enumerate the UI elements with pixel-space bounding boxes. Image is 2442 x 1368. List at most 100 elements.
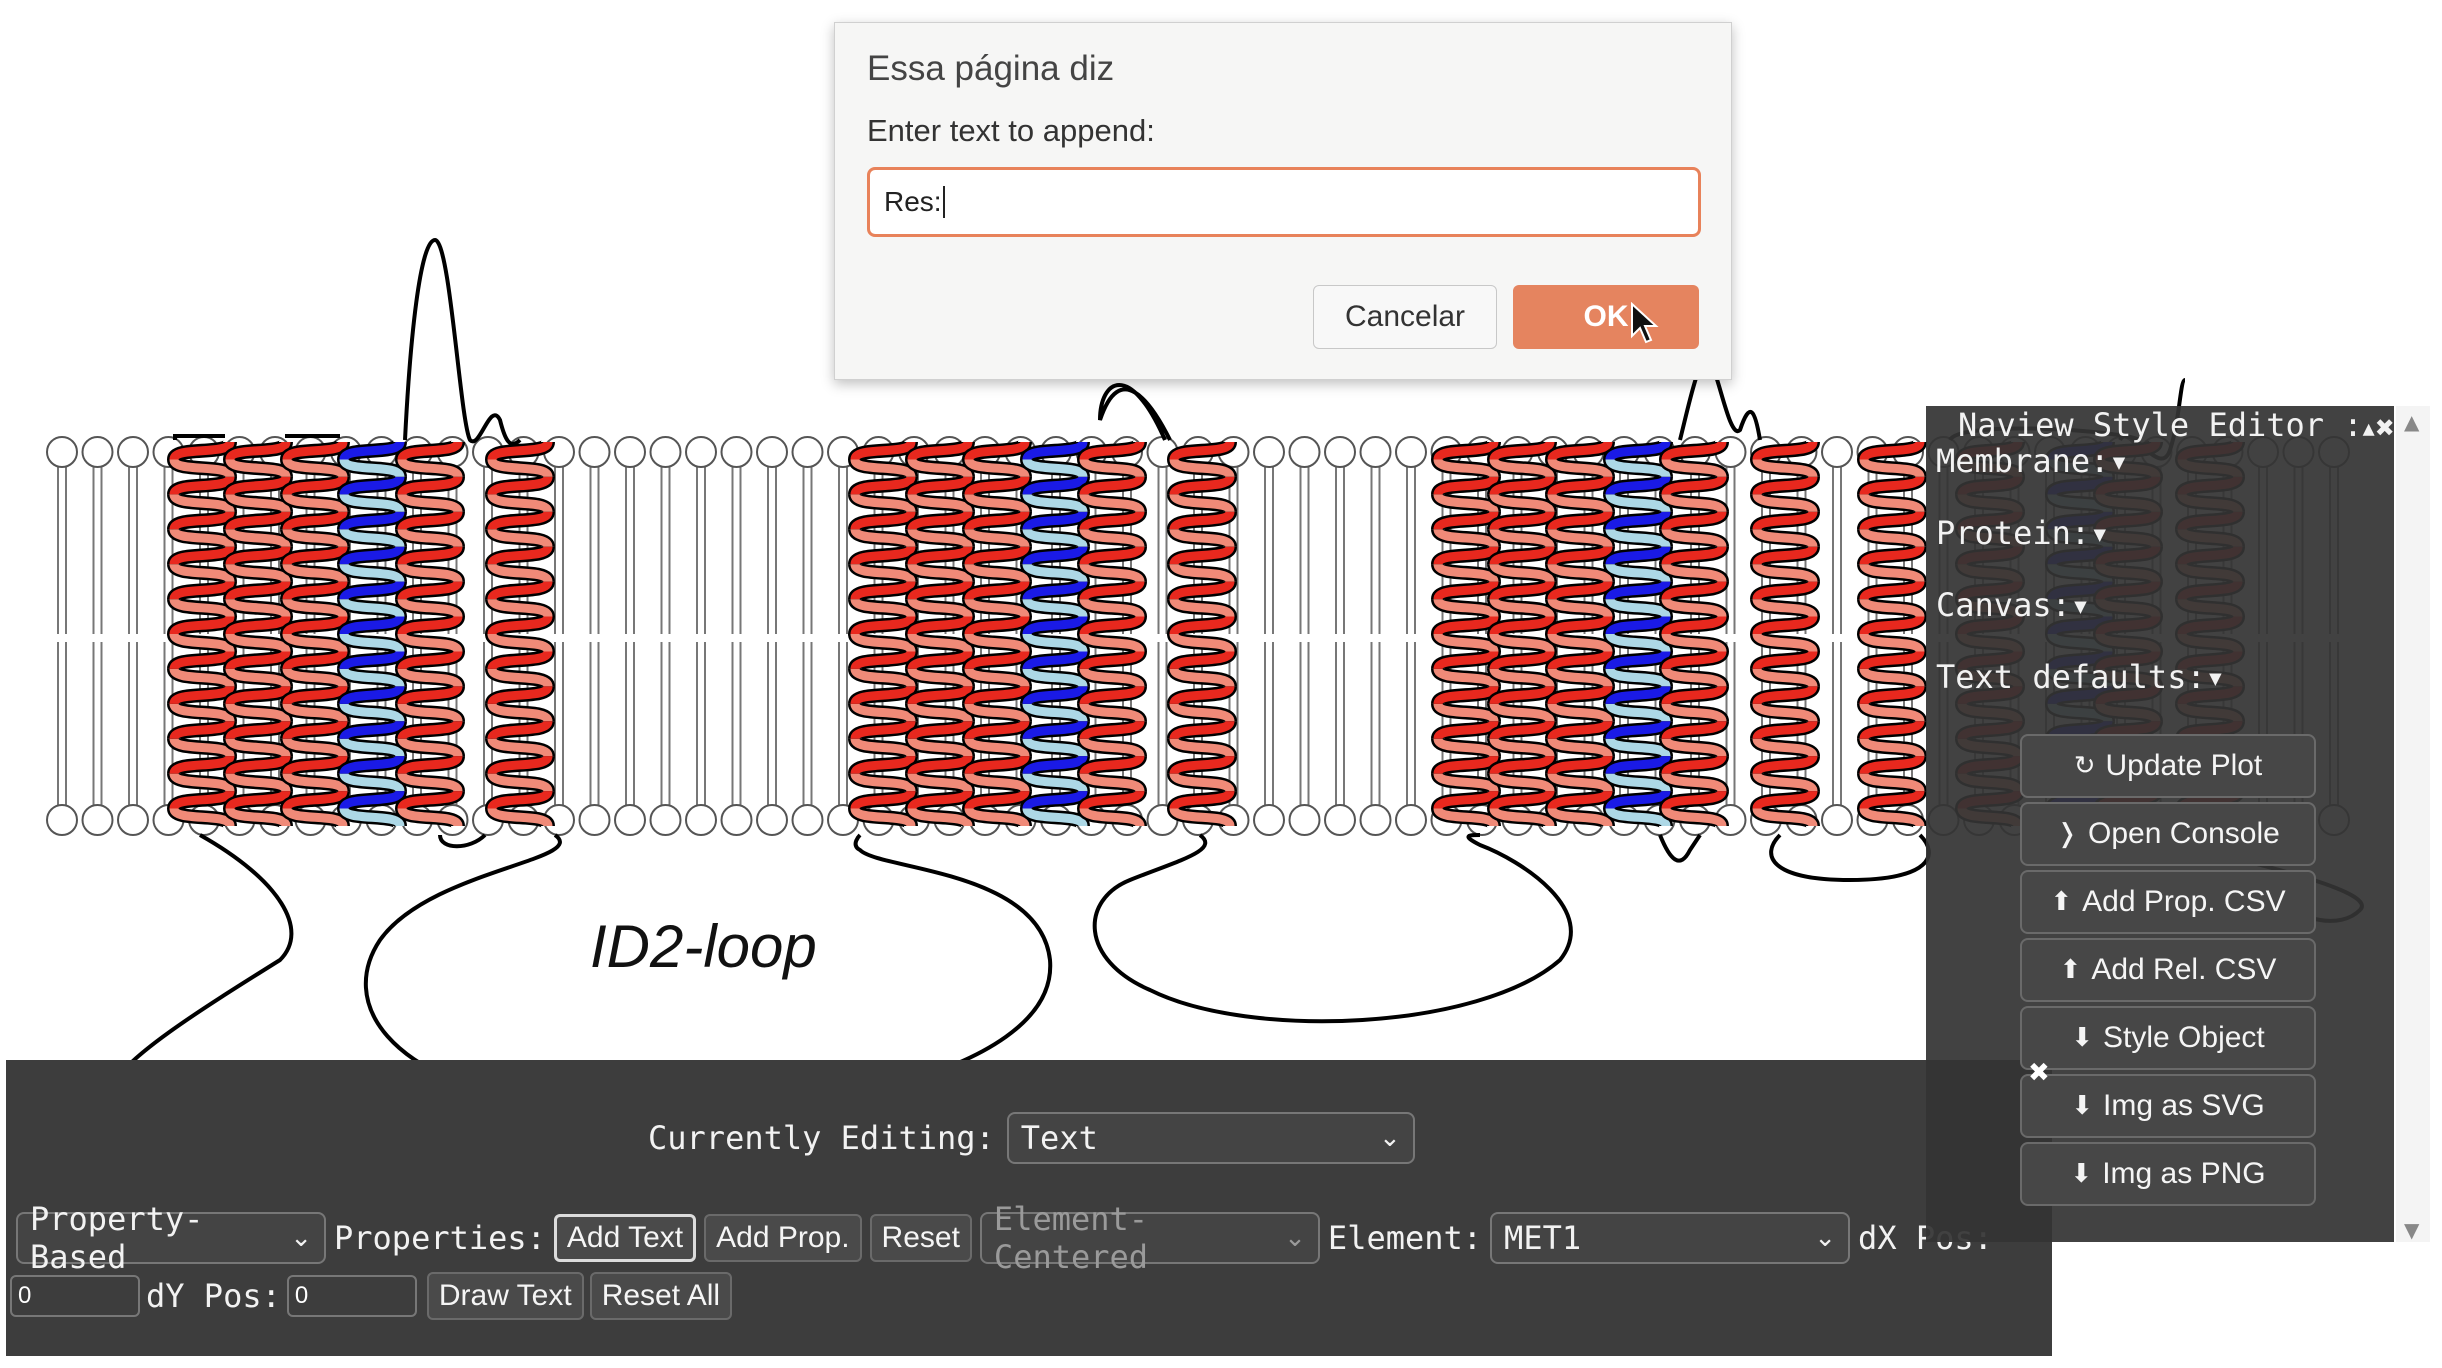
lipid-head (1821, 804, 1853, 836)
properties-row: Property-Based ⌄ Properties: Add Text Ad… (16, 1200, 1993, 1276)
add-rel-csv-button[interactable]: ⬆ Add Rel. CSV (2020, 938, 2316, 1002)
loop-10 (1769, 833, 1931, 883)
style-object-label: Style Object (2103, 1021, 2265, 1054)
lipid-head (685, 436, 717, 468)
element-label: Element: (1327, 1219, 1483, 1257)
currently-editing-select[interactable]: Text ⌄ (1006, 1112, 1415, 1164)
loop-7 (1092, 833, 1573, 1024)
img-as-svg-button[interactable]: ⬇ Img as SVG (2020, 1074, 2316, 1138)
lipid-head (1253, 436, 1285, 468)
lipid-head (1359, 804, 1392, 836)
dialog-message: Enter text to append: (867, 113, 1155, 148)
collapse-close-icon[interactable]: ▴✖ (2363, 414, 2395, 442)
loop-label: ID2-loop (590, 913, 817, 980)
open-console-button[interactable]: ❭ Open Console (2020, 802, 2316, 866)
lipid-head (614, 804, 646, 836)
scroll-up-icon[interactable]: ▲ (2404, 410, 2419, 434)
canvas-section[interactable]: Canvas:▾ (1936, 586, 2090, 624)
img-as-svg-label: Img as SVG (2103, 1089, 2265, 1122)
ok-button[interactable]: OK (1513, 285, 1699, 349)
chevron-down-icon: ⌄ (290, 1223, 312, 1253)
lipid-head (614, 436, 646, 468)
lipid-head (756, 804, 788, 836)
add-text-button[interactable]: Add Text (553, 1214, 697, 1262)
text-caret (942, 186, 945, 218)
img-as-png-label: Img as PNG (2102, 1157, 2266, 1190)
append-text-input[interactable]: Res: (867, 167, 1701, 237)
membrane-section[interactable]: Membrane:▾ (1936, 442, 2129, 480)
download-icon: ⬇ (2071, 1091, 2094, 1121)
loop-4 (438, 833, 487, 849)
add-prop-button[interactable]: Add Prop. (704, 1214, 862, 1262)
centering-select-value: Element-Centered (993, 1200, 1149, 1276)
lipid-head (117, 804, 149, 836)
refresh-icon: ↻ (2073, 751, 2096, 781)
currently-editing-label: Currently Editing: (648, 1119, 995, 1157)
prompt-dialog: Essa página diz Enter text to append: Re… (834, 22, 1732, 380)
dialog-title: Essa página diz (867, 49, 1115, 88)
append-text-value: Res: (884, 186, 942, 217)
lipid-head (1324, 804, 1356, 836)
text-editor-panel: Currently Editing: Text ⌄ Property-Based… (6, 1060, 2052, 1356)
download-icon: ⬇ (2071, 1023, 2094, 1053)
text-defaults-section[interactable]: Text defaults:▾ (1936, 658, 2225, 696)
scroll-down-icon[interactable]: ▼ (2404, 1218, 2419, 1242)
close-icon[interactable]: ✖ (2028, 1058, 2050, 1088)
chevron-down-icon: ⌄ (1814, 1223, 1837, 1253)
helix-1 (167, 438, 237, 830)
lipid-head (1395, 436, 1427, 468)
lipid-head (791, 436, 824, 468)
properties-label: Properties: (334, 1219, 546, 1257)
lipid-head (117, 436, 149, 468)
lipid-head (46, 436, 78, 468)
upload-icon: ⬆ (2059, 955, 2082, 985)
lipid-head (791, 804, 824, 836)
draw-text-button[interactable]: Draw Text (426, 1272, 584, 1320)
lipid-head (1253, 804, 1285, 836)
helix-16 (1603, 438, 1673, 830)
lipid-head (1359, 436, 1392, 468)
img-as-png-button[interactable]: ⬇ Img as PNG (2020, 1142, 2316, 1206)
add-prop-csv-button[interactable]: ⬆ Add Prop. CSV (2020, 870, 2316, 934)
dy-pos-label: dY Pos: (146, 1277, 281, 1315)
update-plot-label: Update Plot (2105, 749, 2263, 782)
style-editor-panel: Naview Style Editor :▴✖ Membrane:▾ Prote… (1926, 406, 2395, 1242)
loop-9 (1658, 833, 1702, 863)
lipid-head (649, 436, 682, 468)
currently-editing-value: Text (1020, 1119, 1098, 1157)
helix-17 (1659, 438, 1729, 830)
chevron-right-icon: ❭ (2056, 819, 2078, 849)
lipid-head (578, 436, 611, 468)
update-plot-button[interactable]: ↻ Update Plot (2020, 734, 2316, 798)
lipid-head (685, 804, 717, 836)
upload-icon: ⬆ (2050, 887, 2073, 917)
helix-10 (1020, 438, 1090, 830)
mouse-pointer-icon (1631, 302, 1659, 344)
position-row: 0 dY Pos: 0 Draw Text Reset All (10, 1272, 733, 1320)
helix-8 (905, 438, 975, 830)
style-object-button[interactable]: ⬇ Style Object (2020, 1006, 2316, 1070)
loop-2 (403, 237, 522, 446)
lipid-head (1288, 436, 1321, 468)
lipid-head (46, 804, 78, 836)
dx-pos-input[interactable]: 0 (10, 1275, 140, 1317)
lipid-head (720, 436, 753, 468)
loop-6 (1098, 383, 1172, 441)
lipid-head (720, 804, 753, 836)
reset-all-button[interactable]: Reset All (589, 1272, 733, 1320)
cancel-button[interactable]: Cancelar (1313, 285, 1497, 349)
lipid-head (649, 804, 682, 836)
mode-select[interactable]: Property-Based ⌄ (16, 1200, 326, 1276)
reset-button[interactable]: Reset (869, 1214, 972, 1262)
add-rel-csv-label: Add Rel. CSV (2091, 953, 2277, 986)
dy-pos-input[interactable]: 0 (286, 1275, 417, 1317)
lipid-head (1821, 436, 1853, 468)
lipid-head (1288, 804, 1321, 836)
element-select-value: MET1 (1504, 1219, 1582, 1257)
scrollbar[interactable] (2396, 406, 2430, 1242)
protein-section[interactable]: Protein:▾ (1936, 514, 2109, 552)
element-select[interactable]: MET1 ⌄ (1490, 1212, 1851, 1264)
helix-2 (223, 438, 293, 830)
download-icon: ⬇ (2070, 1159, 2093, 1189)
centering-select[interactable]: Element-Centered ⌄ (979, 1200, 1320, 1276)
